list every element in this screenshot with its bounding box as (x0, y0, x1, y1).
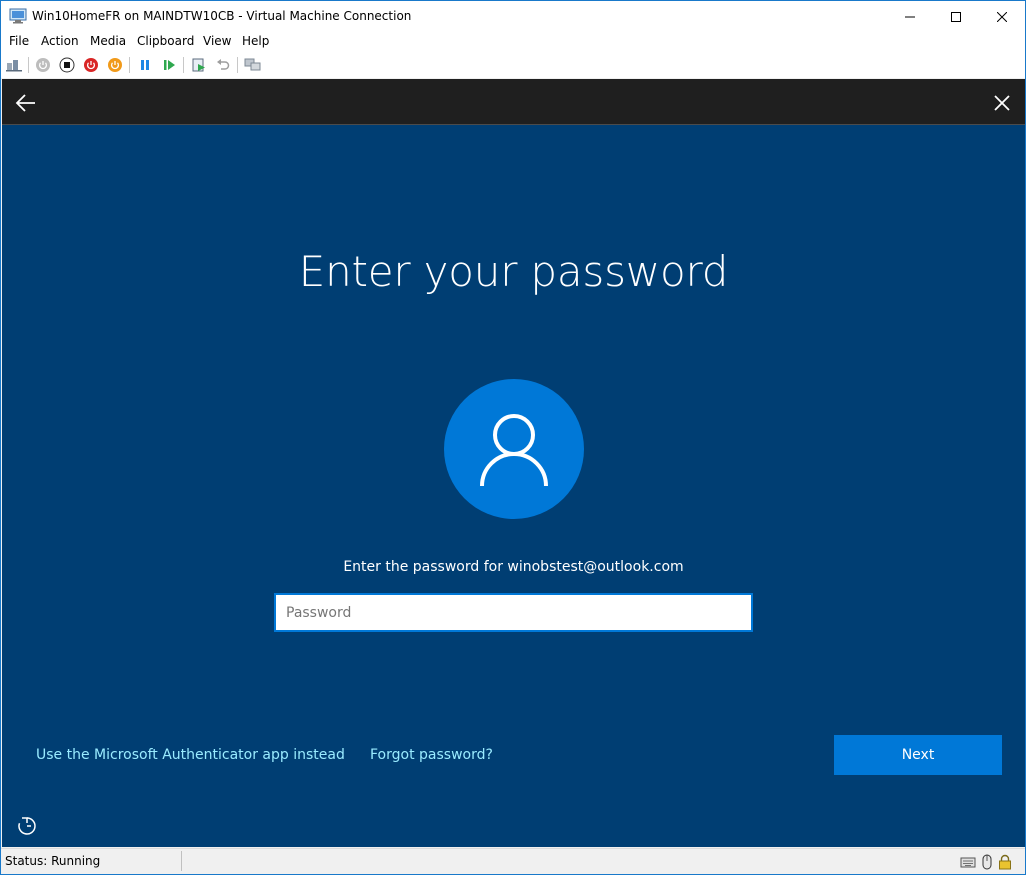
title-bar: Win10HomeFR on MAINDTW10CB - Virtual Mac… (1, 1, 1025, 32)
checkpoint-icon[interactable] (190, 56, 208, 74)
save-state-icon[interactable] (106, 56, 124, 74)
ease-of-access-icon[interactable] (16, 815, 38, 837)
toolbar-separator (183, 57, 184, 73)
oobe-top-bar (2, 79, 1025, 125)
toolbar (1, 52, 1025, 78)
window-title: Win10HomeFR on MAINDTW10CB - Virtual Mac… (32, 9, 412, 23)
close-icon (997, 11, 1007, 22)
page-title: Enter your password (298, 247, 729, 296)
minimize-icon (905, 16, 915, 17)
minimize-button[interactable] (887, 1, 933, 32)
menu-bar: File Action Media Clipboard View Help (1, 32, 1025, 52)
shutdown-icon[interactable] (82, 56, 100, 74)
avatar (444, 379, 584, 519)
vm-connection-icon (9, 8, 27, 24)
forgot-password-link[interactable]: Forgot password? (370, 747, 493, 763)
pause-icon[interactable] (136, 56, 154, 74)
turn-off-icon[interactable] (58, 56, 76, 74)
lock-icon (997, 854, 1013, 870)
enhanced-session-icon[interactable] (244, 56, 262, 74)
maximize-icon (951, 11, 961, 22)
resume-icon[interactable] (160, 56, 178, 74)
start-icon[interactable] (34, 56, 52, 74)
menu-action[interactable]: Action (41, 34, 79, 48)
menu-media[interactable]: Media (90, 34, 126, 48)
status-text: Status: Running (5, 854, 101, 868)
keyboard-icon (960, 854, 976, 870)
authenticator-link[interactable]: Use the Microsoft Authenticator app inst… (36, 747, 345, 763)
password-prompt: Enter the password for winobstest@outloo… (343, 559, 684, 575)
close-button[interactable] (979, 1, 1025, 32)
vm-screen[interactable]: Enter your password Enter the password f… (2, 79, 1025, 847)
menu-clipboard[interactable]: Clipboard (137, 34, 194, 48)
back-arrow-icon[interactable] (14, 91, 38, 115)
maximize-button[interactable] (933, 1, 979, 32)
toolbar-separator (237, 57, 238, 73)
close-icon[interactable] (990, 91, 1014, 115)
next-button[interactable]: Next (834, 735, 1002, 775)
ctrl-alt-del-icon[interactable] (5, 56, 23, 74)
revert-icon[interactable] (214, 56, 232, 74)
toolbar-separator (129, 57, 130, 73)
menu-help[interactable]: Help (242, 34, 269, 48)
status-separator (181, 851, 182, 871)
user-icon (480, 414, 548, 487)
vm-connection-window: Win10HomeFR on MAINDTW10CB - Virtual Mac… (0, 0, 1026, 875)
status-bar: Status: Running (1, 848, 1025, 874)
menu-view[interactable]: View (203, 34, 231, 48)
toolbar-separator (28, 57, 29, 73)
menu-file[interactable]: File (9, 34, 29, 48)
mouse-icon (979, 854, 995, 870)
password-input[interactable] (274, 593, 753, 632)
